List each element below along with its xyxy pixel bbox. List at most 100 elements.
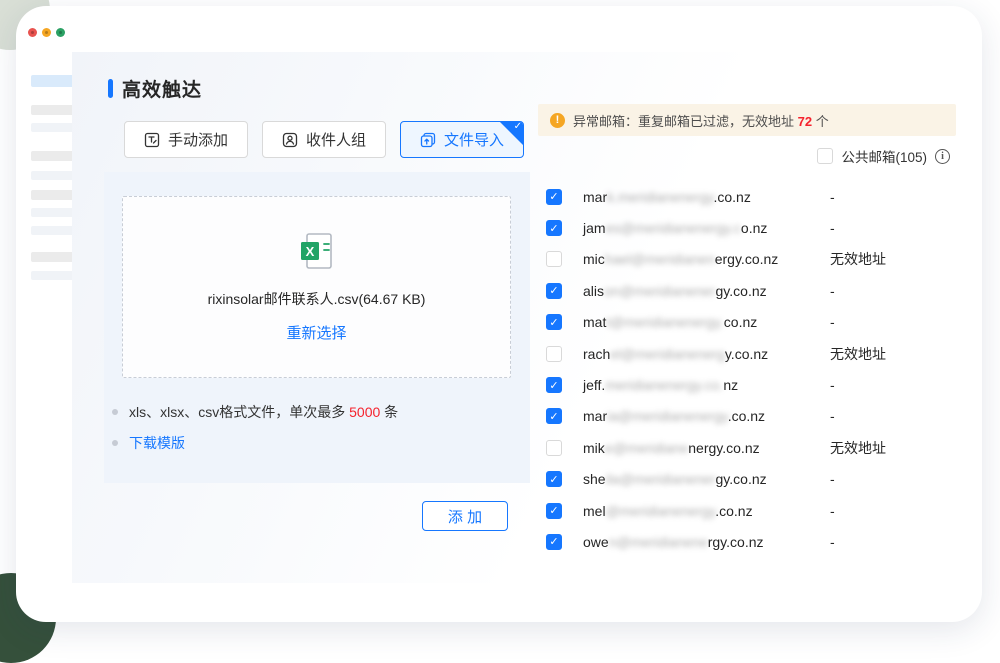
page-title-row: 高效触达: [108, 75, 202, 102]
email-address: owen@meridianenergy.co.nz: [583, 534, 764, 550]
email-masked-segment: e@meridiane: [605, 440, 688, 456]
email-masked-segment: meridianenergy.co.: [605, 377, 723, 393]
email-address: michael@meridianenergy.co.nz: [583, 251, 778, 267]
email-status: 无效地址: [830, 438, 886, 458]
tab-label: 文件导入: [444, 129, 504, 150]
max-count: 5000: [349, 404, 380, 420]
email-checkbox[interactable]: [546, 440, 562, 456]
banner-text: 异常邮箱：重复邮箱已过滤，无效地址 72 个: [573, 111, 829, 130]
email-row: ✓ mark.meridianenergy.co.nz -: [540, 181, 980, 212]
email-checkbox[interactable]: ✓: [546, 408, 562, 424]
page-title: 高效触达: [122, 75, 202, 102]
email-masked-segment: el@meridianenerg: [610, 346, 725, 362]
manual-add-icon: [144, 132, 160, 148]
email-checkbox[interactable]: [546, 346, 562, 362]
abnormal-mailbox-banner: ! 异常邮箱：重复邮箱已过滤，无效地址 72 个: [538, 104, 956, 136]
email-status: 无效地址: [830, 344, 886, 364]
email-checkbox[interactable]: ✓: [546, 377, 562, 393]
email-address: maria@meridianenergy.co.nz: [583, 408, 765, 424]
download-template-link[interactable]: 下载模版: [129, 433, 185, 453]
email-masked-segment: n@meridianene: [609, 534, 708, 550]
email-row: ✓ james@meridianenergy.co.nz -: [540, 212, 980, 243]
email-status: -: [830, 220, 835, 236]
import-mode-tabs: 手动添加 收件人组 文件导入 ✓: [124, 121, 524, 158]
email-masked-segment: ia@meridianenergy: [607, 408, 728, 424]
email-checkbox[interactable]: ✓: [546, 503, 562, 519]
email-checkbox[interactable]: [546, 251, 562, 267]
email-status: -: [830, 377, 835, 393]
email-checkbox[interactable]: ✓: [546, 534, 562, 550]
email-status: -: [830, 408, 835, 424]
email-masked-segment: k.meridianenergy: [607, 189, 713, 205]
tab-manual-add[interactable]: 手动添加: [124, 121, 248, 158]
zoom-window-icon[interactable]: [56, 28, 65, 37]
excel-file-icon: X: [294, 231, 340, 276]
email-status: -: [830, 503, 835, 519]
email-address: mark.meridianenergy.co.nz: [583, 189, 751, 205]
file-import-icon: [420, 132, 436, 148]
email-status: 无效地址: [830, 249, 886, 269]
public-mailbox-label: 公共邮箱(105): [841, 146, 927, 166]
email-row: michael@meridianenergy.co.nz 无效地址: [540, 244, 980, 275]
email-address: matt@meridianenergy.co.nz: [583, 314, 757, 330]
email-checkbox[interactable]: ✓: [546, 189, 562, 205]
tab-label: 收件人组: [306, 129, 366, 150]
email-masked-segment: on@meridianener: [604, 283, 716, 299]
close-window-icon[interactable]: [28, 28, 37, 37]
email-status: -: [830, 283, 835, 299]
email-row: ✓ owen@meridianenergy.co.nz -: [540, 526, 980, 557]
email-address: mel@meridianenergy.co.nz: [583, 503, 753, 519]
email-address: jeff.meridianenergy.co.nz: [583, 377, 738, 393]
uploaded-file-name: rixinsolar邮件联系人.csv(64.67 KB): [208, 289, 426, 309]
email-checkbox[interactable]: ✓: [546, 283, 562, 299]
email-row: rachel@meridianenergy.co.nz无效地址: [540, 338, 980, 369]
email-row: ✓ maria@meridianenergy.co.nz -: [540, 401, 980, 432]
bullet-dot-icon: [112, 409, 118, 415]
email-address: alison@meridianenergy.co.nz: [583, 283, 767, 299]
email-list: ✓ mark.meridianenergy.co.nz - ✓ james@meridi…: [540, 181, 980, 558]
format-hint: xls、xlsx、csv格式文件，单次最多 5000 条: [112, 402, 398, 422]
email-status: -: [830, 471, 835, 487]
sidebar-skeleton: [0, 52, 72, 583]
file-dropzone[interactable]: X rixinsolar邮件联系人.csv(64.67 KB) 重新选择: [122, 196, 511, 378]
title-accent-bar: [108, 79, 113, 98]
email-status: -: [830, 534, 835, 550]
format-hint-text: xls、xlsx、csv格式文件，单次最多 5000 条: [129, 402, 398, 422]
upload-panel: X rixinsolar邮件联系人.csv(64.67 KB) 重新选择 xls…: [104, 172, 530, 483]
template-hint: 下载模版: [112, 433, 185, 453]
email-checkbox[interactable]: ✓: [546, 314, 562, 330]
email-masked-segment: @meridianenergy: [606, 503, 716, 519]
email-row: ✓ mel@meridianenergy.co.nz -: [540, 495, 980, 526]
minimize-window-icon[interactable]: [42, 28, 51, 37]
warning-icon: !: [550, 113, 565, 128]
email-checkbox[interactable]: ✓: [546, 220, 562, 236]
email-masked-segment: es@meridianenergy.c: [606, 220, 741, 236]
email-status: -: [830, 189, 835, 205]
reselect-file-link[interactable]: 重新选择: [286, 322, 346, 343]
email-masked-segment: t@meridianenergy.: [606, 314, 723, 330]
invalid-count: 72: [798, 114, 812, 129]
public-mailbox-checkbox[interactable]: [817, 148, 833, 164]
email-checkbox[interactable]: ✓: [546, 471, 562, 487]
public-mailbox-row: 公共邮箱(105) i: [540, 146, 950, 166]
email-address: sheila@meridianenergy.co.nz: [583, 471, 767, 487]
tab-recipient-group[interactable]: 收件人组: [262, 121, 386, 158]
tab-label: 手动添加: [168, 129, 228, 150]
email-row: ✓ jeff.meridianenergy.co.nz -: [540, 369, 980, 400]
email-status: -: [830, 314, 835, 330]
email-masked-segment: ila@meridianener: [606, 471, 716, 487]
svg-text:X: X: [305, 244, 314, 259]
email-row: ✓ matt@meridianenergy.co.nz -: [540, 307, 980, 338]
window-controls: [28, 28, 65, 37]
bullet-dot-icon: [112, 440, 118, 446]
email-address: james@meridianenergy.co.nz: [583, 220, 767, 236]
tab-file-import[interactable]: 文件导入 ✓: [400, 121, 524, 158]
email-address: mike@meridianenergy.co.nz: [583, 440, 760, 456]
selected-check-icon: ✓: [514, 121, 522, 132]
email-masked-segment: hael@meridianen: [605, 251, 715, 267]
email-row: ✓ alison@meridianenergy.co.nz -: [540, 275, 980, 306]
info-icon[interactable]: i: [935, 149, 950, 164]
recipient-group-icon: [282, 132, 298, 148]
add-button[interactable]: 添 加: [422, 501, 508, 531]
email-row: mike@meridianenergy.co.nz 无效地址: [540, 432, 980, 463]
